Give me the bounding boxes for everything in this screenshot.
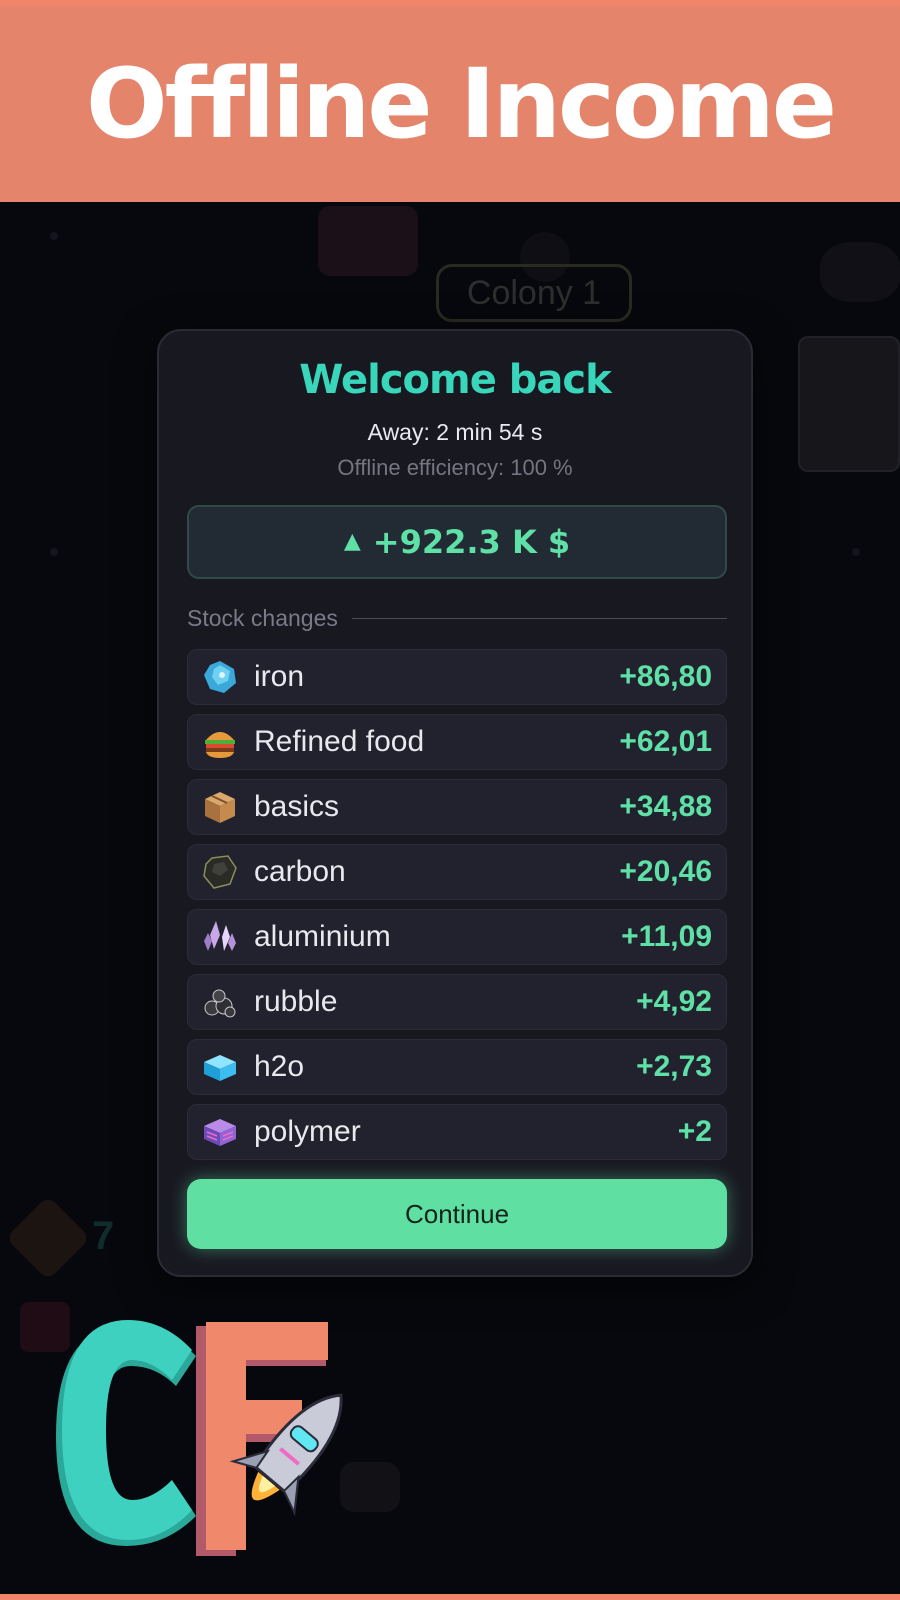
stock-value: +4,92 [636,985,712,1018]
offline-efficiency: Offline efficiency: 100 % [337,455,573,480]
stock-name: h2o [254,1050,305,1083]
stock-name: polymer [254,1115,361,1148]
stock-name: carbon [254,855,346,888]
stock-changes-header: Stock changes [187,603,727,633]
game-logo [46,1296,346,1586]
water-cube-icon [202,1049,238,1085]
stock-row-carbon: carbon +20,46 [187,844,727,900]
divider [351,617,727,619]
stock-row-iron: iron +86,80 [187,649,727,705]
continue-button[interactable]: Continue [187,1179,727,1249]
away-duration: Away: 2 min 54 s [367,419,543,445]
bg-rock-icon [340,1462,400,1512]
stock-row-polymer: polymer +2 [187,1104,727,1160]
bg-building-silhouette [318,206,418,276]
polymer-icon [202,1114,238,1150]
stock-value: +2 [677,1115,712,1148]
stock-name: iron [254,660,305,693]
stock-value: +20,46 [619,855,712,888]
rubble-icon [202,984,238,1020]
stock-changes-label: Stock changes [187,604,338,631]
crystal-icon [202,919,238,955]
bg-asteroid-silhouette [820,242,900,302]
banner-title: Offline Income [86,48,837,160]
stock-changes-list: iron +86,80 Refined food +62,01 basics +… [187,649,727,1169]
stock-name: rubble [254,985,338,1018]
dialog-title: Welcome back [299,357,611,403]
stock-row-rubble: rubble +4,92 [187,974,727,1030]
bg-gem-icon [5,1195,91,1281]
stock-row-aluminium: aluminium +11,09 [187,909,727,965]
offline-income-dialog: Welcome back Away: 2 min 54 s Offline ef… [157,329,753,1277]
bg-star-icon [50,548,58,556]
bg-star-icon [50,232,58,240]
burger-icon [202,724,238,760]
income-total-box: ▲ +922.3 K $ [187,505,727,579]
bg-star-icon [852,548,860,556]
stock-row-basics: basics +34,88 [187,779,727,835]
bg-stat-value: 7 [92,1214,115,1258]
stock-value: +11,09 [621,920,712,953]
coal-icon [202,854,238,890]
stock-value: +86,80 [619,660,712,693]
colony-selector[interactable]: Colony 1 [436,264,632,322]
stock-row-refined-food: Refined food +62,01 [187,714,727,770]
title-banner: Offline Income [0,6,900,202]
stock-name: Refined food [254,725,425,758]
iron-ore-icon [202,659,238,695]
stock-value: +62,01 [619,725,712,758]
income-amount: +922.3 K $ [372,523,571,561]
crate-icon [202,789,238,825]
stock-name: aluminium [254,920,391,953]
stock-name: basics [254,790,340,823]
treasure-chest-icon[interactable] [798,336,900,472]
stock-row-h2o: h2o +2,73 [187,1039,727,1095]
up-arrow-icon: ▲ [343,528,361,554]
stock-value: +2,73 [636,1050,712,1083]
stock-value: +34,88 [619,790,712,823]
bottom-frame-stripe [0,1594,900,1600]
